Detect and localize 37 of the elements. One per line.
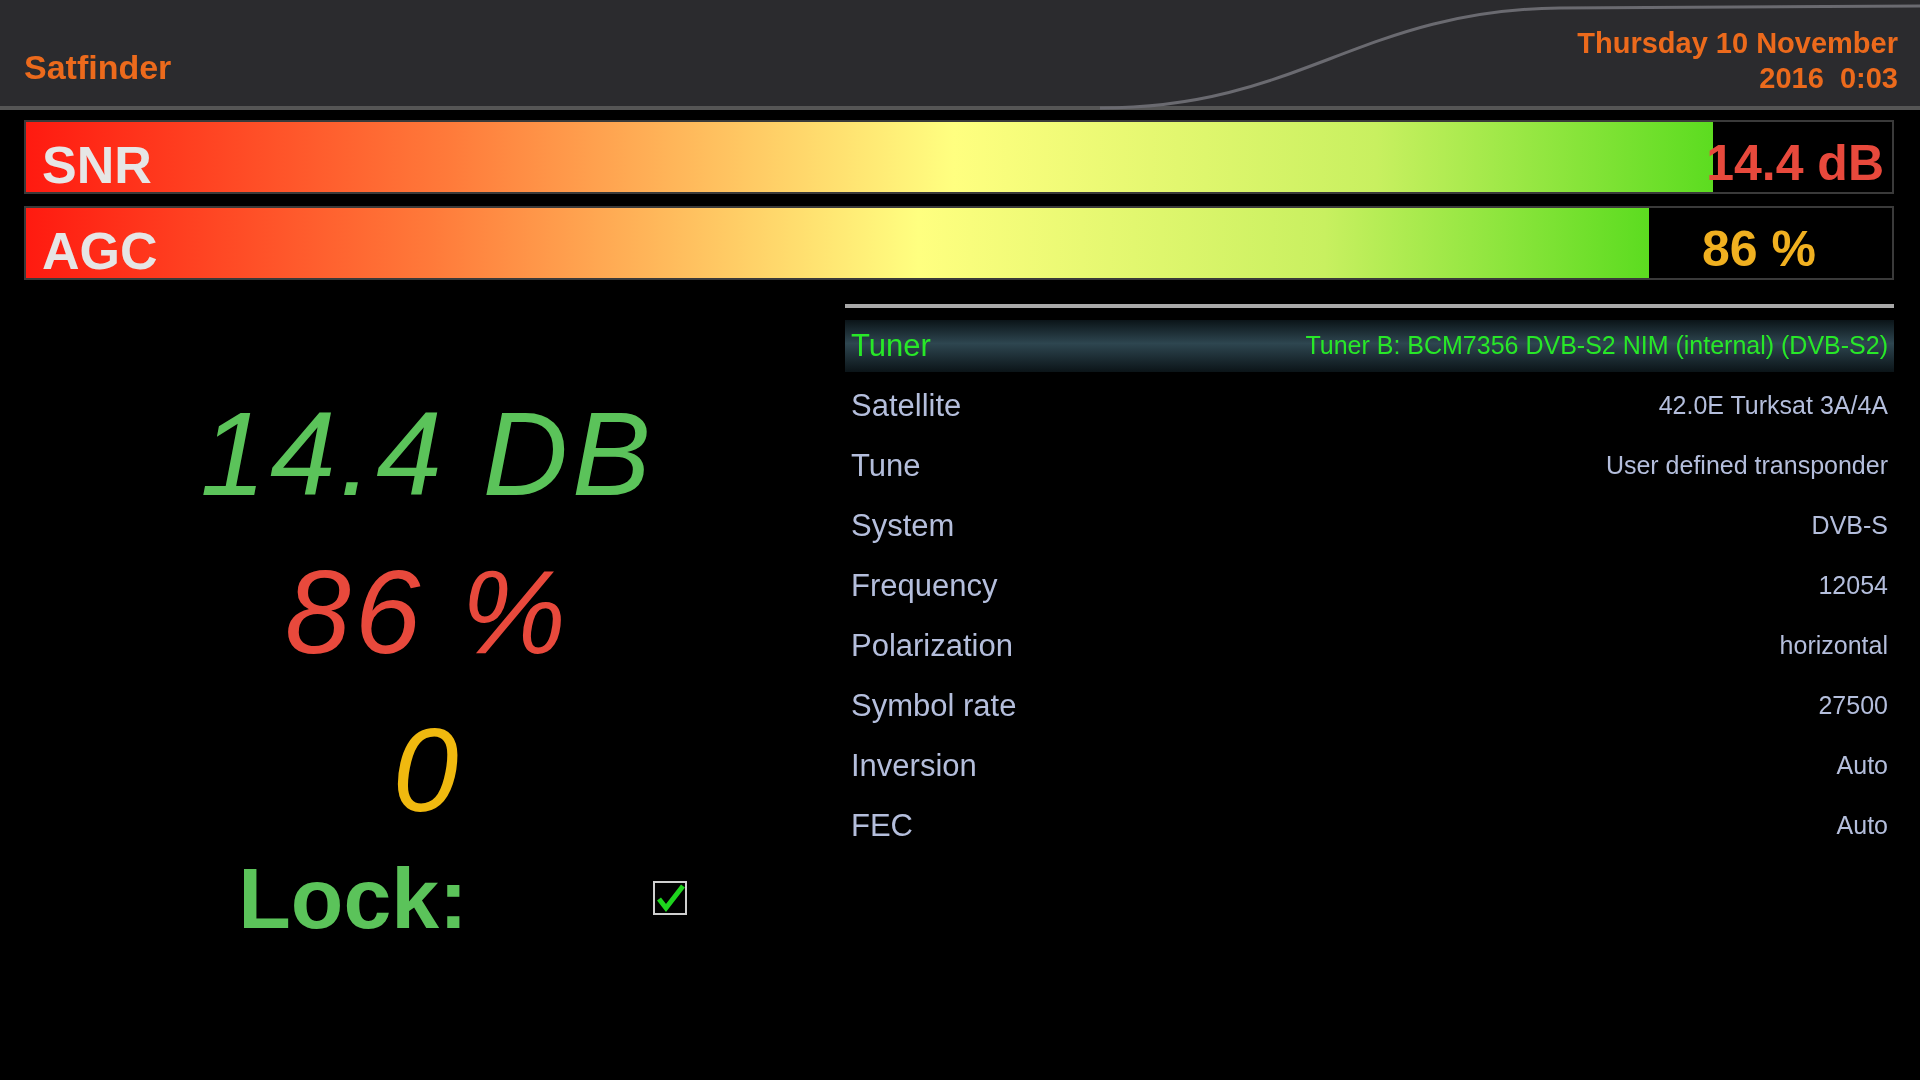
setting-label: Frequency [851, 566, 998, 605]
setting-value: 27500 [1818, 690, 1888, 722]
setting-label: Inversion [851, 746, 977, 785]
setting-label: Tuner [851, 326, 931, 365]
meter-reading: 86 % [1702, 220, 1816, 279]
lock-label: Lock: [238, 855, 468, 941]
meter-label: AGC [42, 221, 158, 282]
digital-readout: 86 % [285, 557, 570, 667]
time-text: 2016 0:03 [1759, 61, 1898, 96]
setting-label: Symbol rate [851, 686, 1017, 725]
settings-row[interactable]: Tune User defined transponder [845, 440, 1894, 492]
digital-readout: 14.4 DB [200, 399, 655, 509]
setting-value: 12054 [1818, 570, 1888, 602]
setting-label: System [851, 506, 955, 545]
settings-row[interactable]: Symbol rate 27500 [845, 680, 1894, 732]
setting-value: Auto [1836, 750, 1888, 782]
setting-value: 42.0E Turksat 3A/4A [1658, 390, 1888, 422]
setting-value: horizontal [1779, 630, 1888, 662]
settings-row[interactable]: Frequency 12054 [845, 560, 1894, 612]
settings-row[interactable]: Polarization horizontal [845, 620, 1894, 672]
setting-value: DVB-S [1811, 510, 1888, 542]
setting-value: Auto [1836, 810, 1888, 842]
date-text: Thursday 10 November [1577, 26, 1898, 61]
setting-label: Satellite [851, 386, 962, 425]
meter-label: SNR [42, 135, 152, 196]
settings-row[interactable]: Tuner Tuner B: BCM7356 DVB-S2 NIM (internal) (DVB-S2) [845, 320, 1894, 372]
setting-value: User defined transponder [1605, 450, 1888, 482]
digital-readout: 0 [392, 715, 463, 825]
settings-row[interactable]: Inversion Auto [845, 740, 1894, 792]
setting-label: Tune [851, 446, 921, 485]
settings-row[interactable]: System DVB-S [845, 500, 1894, 552]
screen-title: Satfinder [24, 47, 172, 88]
settings-row[interactable]: FEC Auto [845, 800, 1894, 852]
setting-label: FEC [851, 806, 913, 845]
setting-value: Tuner B: BCM7356 DVB-S2 NIM (internal) (DVB-S2) [1305, 330, 1888, 362]
settings-row[interactable]: Satellite 42.0E Turksat 3A/4A [845, 380, 1894, 432]
setting-label: Polarization [851, 626, 1013, 665]
